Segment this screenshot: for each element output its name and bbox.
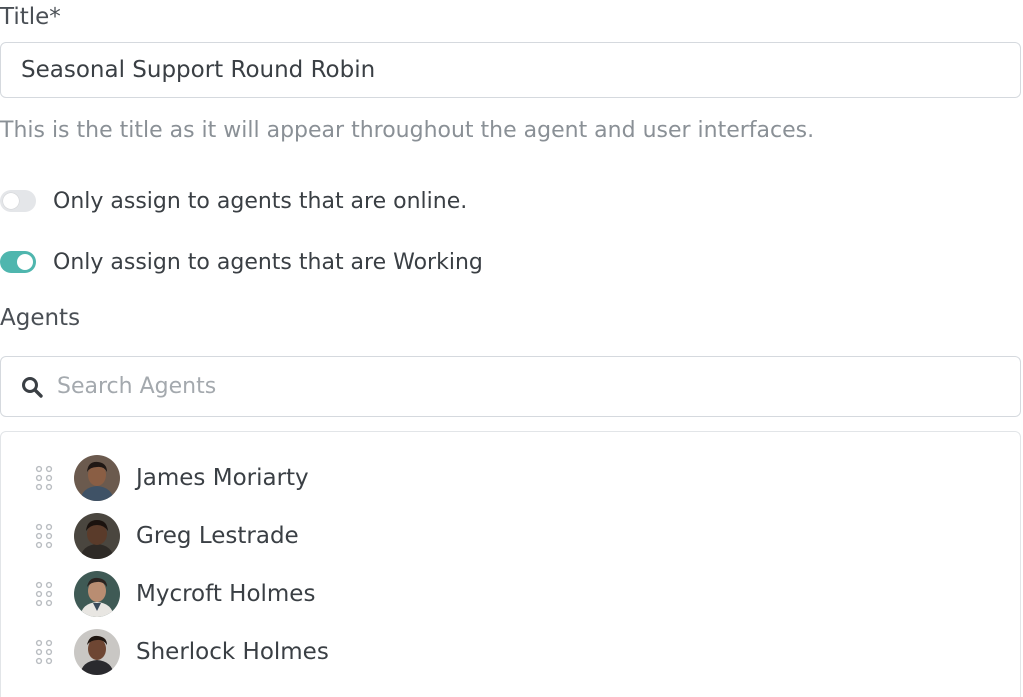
avatar [74, 513, 120, 559]
agent-search-input[interactable] [55, 373, 959, 400]
agent-row[interactable]: Greg Lestrade [1, 511, 1020, 561]
agent-row[interactable]: James Moriarty [1, 453, 1020, 503]
toggle-knob [3, 193, 19, 209]
agent-row[interactable]: Sherlock Holmes [1, 627, 1020, 677]
working-toggle-label: Only assign to agents that are Working [53, 249, 483, 275]
drag-handle-icon[interactable] [35, 465, 53, 491]
avatar [74, 629, 120, 675]
title-label: Title* [0, 4, 61, 30]
avatar [74, 455, 120, 501]
avatar [74, 571, 120, 617]
round-robin-form: Title* This is the title as it will appe… [0, 0, 1023, 697]
title-input[interactable] [0, 42, 1021, 98]
agent-name: James Moriarty [136, 465, 309, 491]
title-help-text: This is the title as it will appear thro… [0, 118, 815, 143]
working-toggle[interactable] [0, 251, 36, 273]
drag-handle-icon[interactable] [35, 581, 53, 607]
agent-row[interactable]: Mycroft Holmes [1, 569, 1020, 619]
online-toggle-row[interactable]: Only assign to agents that are online. [0, 186, 467, 216]
working-toggle-row[interactable]: Only assign to agents that are Working [0, 247, 483, 277]
drag-handle-icon[interactable] [35, 639, 53, 665]
toggle-knob [17, 254, 33, 270]
agent-name: Sherlock Holmes [136, 639, 329, 665]
drag-handle-icon[interactable] [35, 523, 53, 549]
online-toggle-label: Only assign to agents that are online. [53, 188, 468, 214]
agents-label: Agents [0, 305, 81, 331]
agents-list: James Moriarty Greg Lestrade Mycroft Hol… [0, 431, 1021, 697]
agent-name: Mycroft Holmes [136, 581, 316, 607]
agent-search-box[interactable] [0, 356, 1021, 417]
agent-name: Greg Lestrade [136, 523, 299, 549]
online-toggle[interactable] [0, 190, 36, 212]
search-icon [20, 375, 44, 399]
